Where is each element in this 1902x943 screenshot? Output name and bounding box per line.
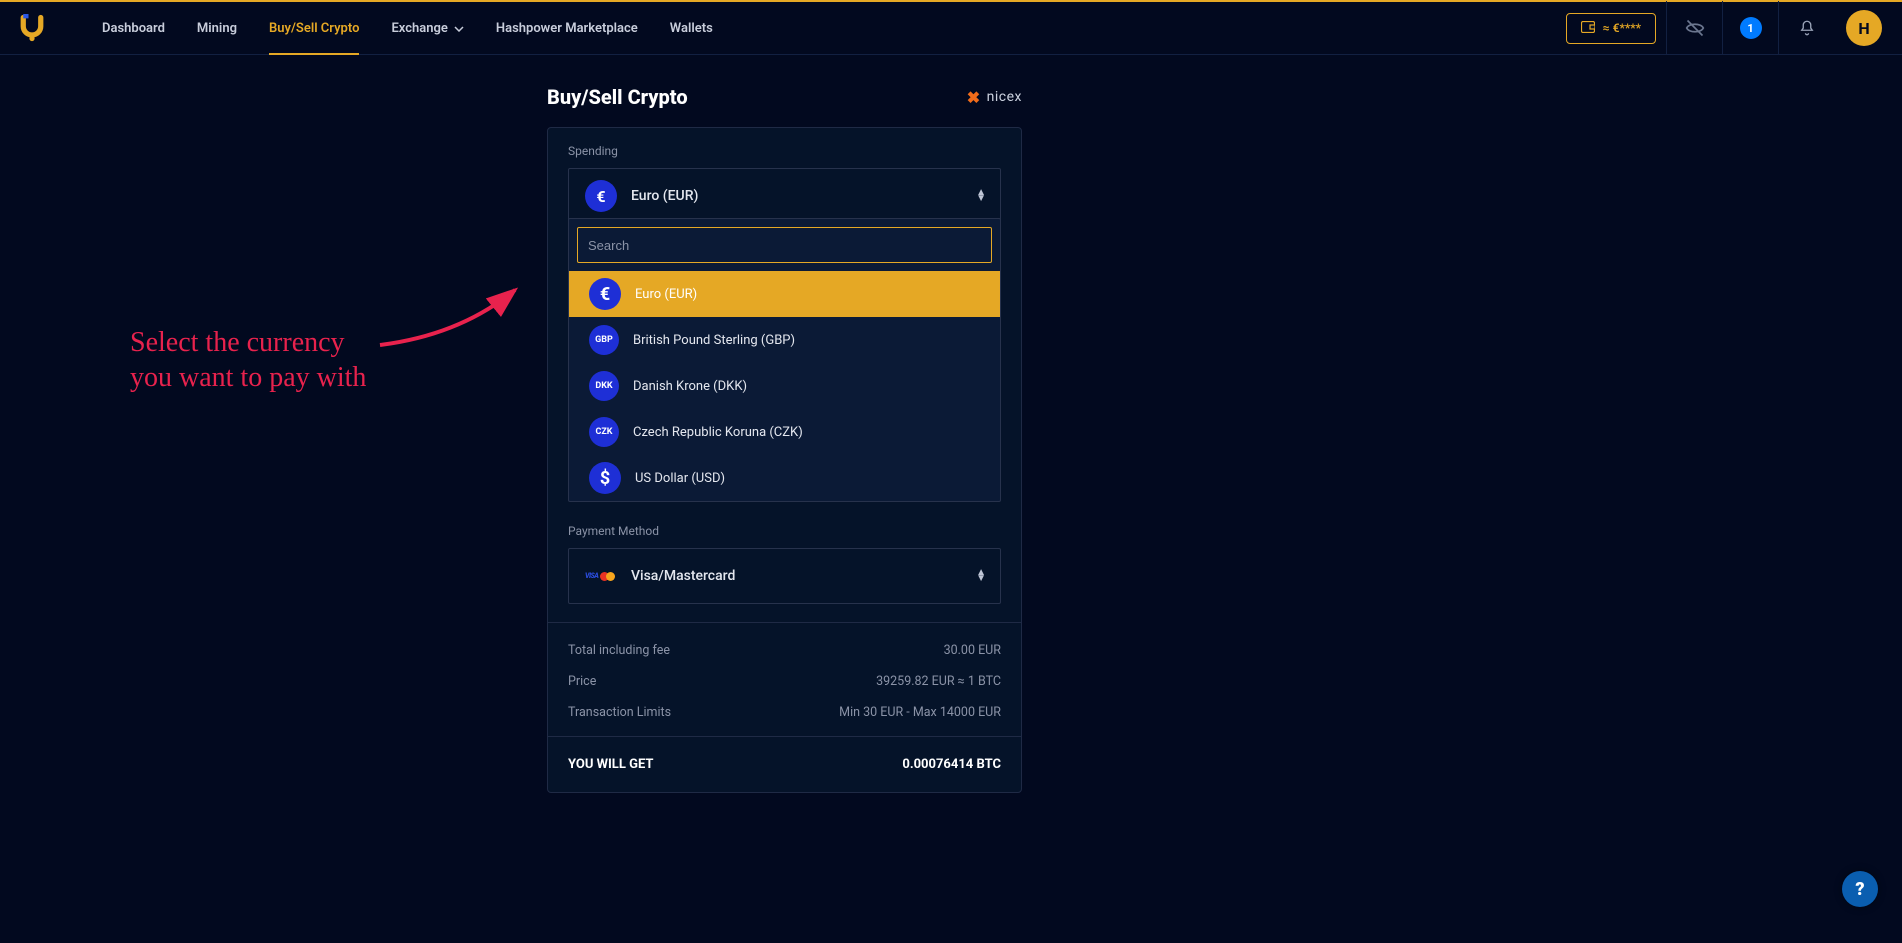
page-title: Buy/Sell Crypto: [547, 85, 688, 109]
annotation-text: Select the currency you want to pay with: [130, 325, 530, 395]
price-value: 39259.82 EUR ≈ 1 BTC: [876, 674, 1001, 689]
topbar-right: ≈ €**** 1 H: [1566, 2, 1882, 54]
annotation-line-2: you want to pay with: [130, 360, 530, 395]
you-will-get-value: 0.00076414 BTC: [902, 757, 1001, 772]
currency-icon: €: [589, 278, 621, 310]
annotation-line-1: Select the currency: [130, 325, 530, 360]
page: Select the currency you want to pay with…: [0, 55, 1902, 943]
notification-count[interactable]: 1: [1722, 1, 1778, 55]
currency-option-label: British Pound Sterling (GBP): [633, 333, 795, 348]
currency-option-label: US Dollar (USD): [635, 471, 725, 486]
price-label: Price: [568, 674, 596, 689]
currency-option[interactable]: € Euro (EUR): [569, 271, 1000, 317]
limits-label: Transaction Limits: [568, 705, 671, 720]
currency-option[interactable]: CZK Czech Republic Koruna (CZK): [569, 409, 1000, 455]
spending-currency-select[interactable]: € Euro (EUR) ▲▼: [568, 168, 1001, 224]
nicex-icon: ✖: [967, 88, 981, 107]
topbar: Dashboard Mining Buy/Sell Crypto Exchang…: [0, 0, 1902, 55]
annotation-arrow: [370, 280, 540, 360]
nav-exchange-label: Exchange: [391, 21, 447, 36]
currency-icon: CZK: [589, 417, 619, 447]
currency-icon: $: [589, 462, 621, 494]
spending-label: Spending: [568, 144, 1001, 158]
nav-wallets[interactable]: Wallets: [654, 2, 729, 54]
main-nav: Dashboard Mining Buy/Sell Crypto Exchang…: [86, 2, 1566, 54]
currency-dropdown: € Euro (EUR) GBP British Pound Sterling (GB…: [568, 218, 1001, 502]
brand: ✖ nicex: [967, 88, 1022, 107]
total-value: 30.00 EUR: [944, 643, 1001, 658]
euro-icon: €: [585, 180, 617, 212]
currency-option-label: Danish Krone (DKK): [633, 379, 747, 394]
nav-mining[interactable]: Mining: [181, 2, 253, 54]
payment-selected-label: Visa/Mastercard: [631, 568, 735, 584]
logo[interactable]: [18, 14, 46, 42]
currency-option-label: Czech Republic Koruna (CZK): [633, 425, 803, 440]
avatar[interactable]: H: [1846, 10, 1882, 46]
currency-icon: DKK: [589, 371, 619, 401]
total-label: Total including fee: [568, 643, 670, 658]
balance-button[interactable]: ≈ €****: [1566, 13, 1656, 44]
select-caret-icon: ▲▼: [976, 570, 986, 582]
nav-exchange[interactable]: Exchange: [375, 2, 479, 54]
currency-search-input[interactable]: [577, 227, 992, 263]
purchase-card: Spending € Euro (EUR) ▲▼ € Euro (EUR) GBP B…: [547, 127, 1022, 793]
help-button[interactable]: ?: [1842, 871, 1878, 907]
spending-selected-label: Euro (EUR): [631, 188, 698, 204]
notification-badge: 1: [1740, 17, 1762, 39]
currency-list[interactable]: € Euro (EUR) GBP British Pound Sterling (GB…: [569, 271, 1000, 501]
nav-buy-sell-crypto[interactable]: Buy/Sell Crypto: [253, 2, 375, 54]
currency-option[interactable]: GBP British Pound Sterling (GBP): [569, 317, 1000, 363]
nav-hashpower[interactable]: Hashpower Marketplace: [480, 2, 654, 54]
brand-label: nicex: [987, 89, 1022, 105]
card-brands-icon: VISA: [585, 572, 617, 581]
wallet-icon: [1581, 21, 1595, 36]
visibility-off-icon[interactable]: [1666, 1, 1722, 55]
nav-dashboard[interactable]: Dashboard: [86, 2, 181, 54]
bell-icon[interactable]: [1778, 1, 1834, 55]
payment-method-label: Payment Method: [568, 524, 1001, 538]
you-will-get-label: YOU WILL GET: [568, 757, 653, 772]
chevron-down-icon: [454, 21, 464, 36]
currency-option[interactable]: DKK Danish Krone (DKK): [569, 363, 1000, 409]
select-caret-icon: ▲▼: [976, 190, 986, 202]
limits-value: Min 30 EUR - Max 14000 EUR: [839, 705, 1001, 720]
buy-sell-panel: Buy/Sell Crypto ✖ nicex Spending € Euro …: [547, 85, 1022, 793]
balance-text: ≈ €****: [1603, 21, 1641, 35]
currency-icon: GBP: [589, 325, 619, 355]
currency-option-label: Euro (EUR): [635, 287, 697, 302]
payment-method-select[interactable]: VISA Visa/Mastercard ▲▼: [568, 548, 1001, 604]
currency-option[interactable]: $ US Dollar (USD): [569, 455, 1000, 501]
